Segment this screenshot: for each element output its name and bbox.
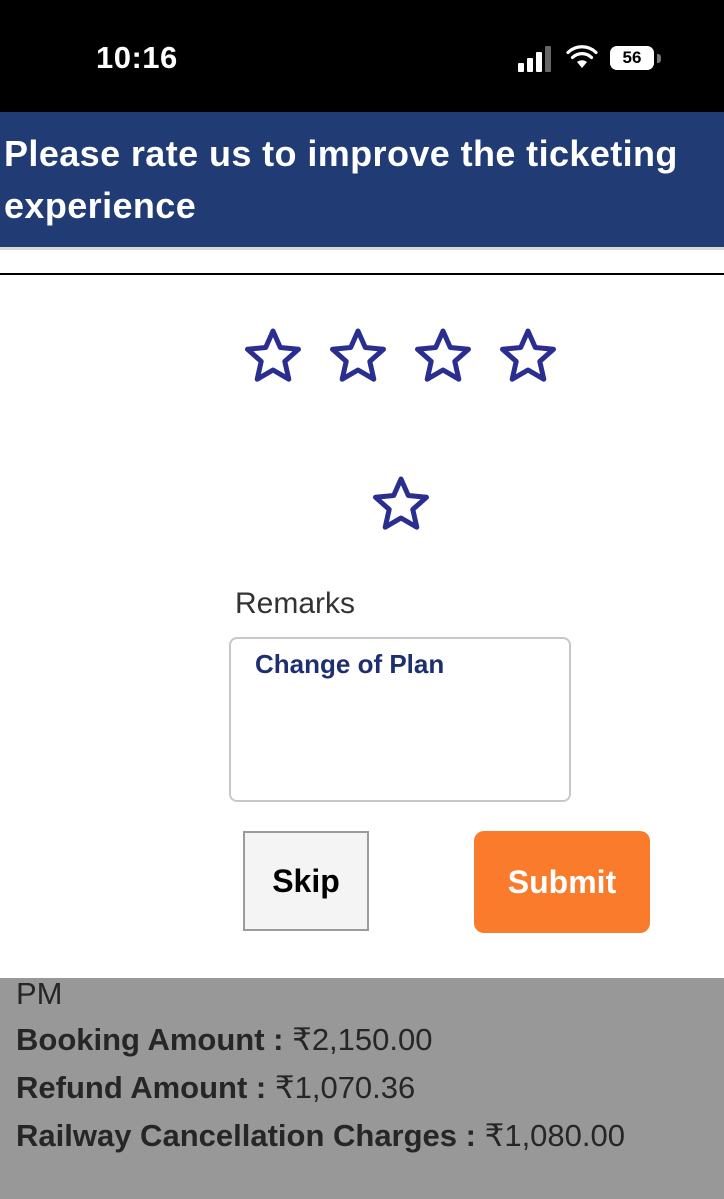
submit-button[interactable]: Submit	[474, 831, 650, 933]
refund-amount-row: Refund Amount : ₹1,070.36	[16, 1070, 415, 1106]
star-outline-icon	[245, 328, 301, 382]
star-outline-icon	[373, 476, 429, 530]
rating-header: Please rate us to improve the ticketing …	[0, 112, 724, 247]
partial-time-text: PM	[16, 976, 63, 1011]
signal-icon	[518, 44, 554, 72]
star-4-button[interactable]	[498, 327, 558, 385]
cancellation-charges-row: Railway Cancellation Charges : ₹1,080.00	[16, 1118, 625, 1154]
booking-amount-row: Booking Amount : ₹2,150.00	[16, 1022, 433, 1058]
refund-amount-value: ₹1,070.36	[274, 1070, 416, 1105]
cancellation-charges-value: ₹1,080.00	[484, 1118, 626, 1153]
cancellation-charges-label: Railway Cancellation Charges :	[16, 1118, 476, 1153]
rating-header-title: Please rate us to improve the ticketing …	[4, 133, 678, 226]
status-time: 10:16	[96, 40, 178, 75]
remarks-input[interactable]: Change of Plan	[229, 637, 571, 802]
skip-button[interactable]: Skip	[243, 831, 369, 931]
star-3-button[interactable]	[413, 327, 473, 385]
rating-card: Remarks Change of Plan Skip Submit	[0, 273, 724, 960]
status-bar: 10:16 56	[0, 0, 724, 112]
star-2-button[interactable]	[328, 327, 388, 385]
refund-amount-label: Refund Amount :	[16, 1070, 267, 1105]
star-outline-icon	[330, 328, 386, 382]
header-divider	[0, 247, 724, 250]
battery-icon: 56	[610, 46, 654, 70]
background-booking-details: PM Booking Amount : ₹2,150.00 Refund Amo…	[0, 976, 724, 1199]
wifi-icon	[566, 45, 598, 68]
star-outline-icon	[500, 328, 556, 382]
remarks-label: Remarks	[235, 587, 356, 620]
star-1-button[interactable]	[243, 327, 303, 385]
star-outline-icon	[415, 328, 471, 382]
overlay-gap	[0, 958, 724, 978]
booking-amount-value: ₹2,150.00	[292, 1022, 433, 1057]
booking-amount-label: Booking Amount :	[16, 1022, 284, 1057]
star-5-button[interactable]	[371, 475, 431, 533]
battery-cap	[657, 54, 661, 63]
